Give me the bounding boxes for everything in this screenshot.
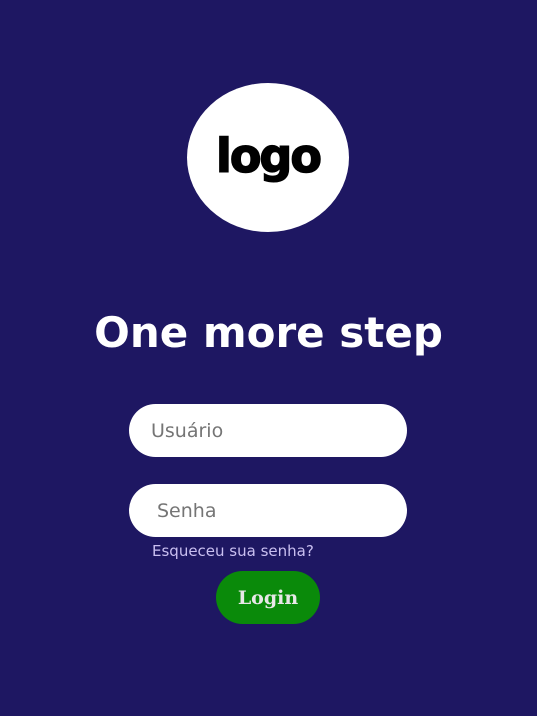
password-input[interactable] [129,484,407,537]
login-button[interactable]: Login [216,571,320,624]
page-title: One more step [94,308,443,357]
forgot-password-link[interactable]: Esqueceu sua senha? [152,541,314,561]
logo-circle: logo [187,83,349,232]
username-input[interactable] [129,404,407,457]
logo-text: logo [215,128,322,183]
